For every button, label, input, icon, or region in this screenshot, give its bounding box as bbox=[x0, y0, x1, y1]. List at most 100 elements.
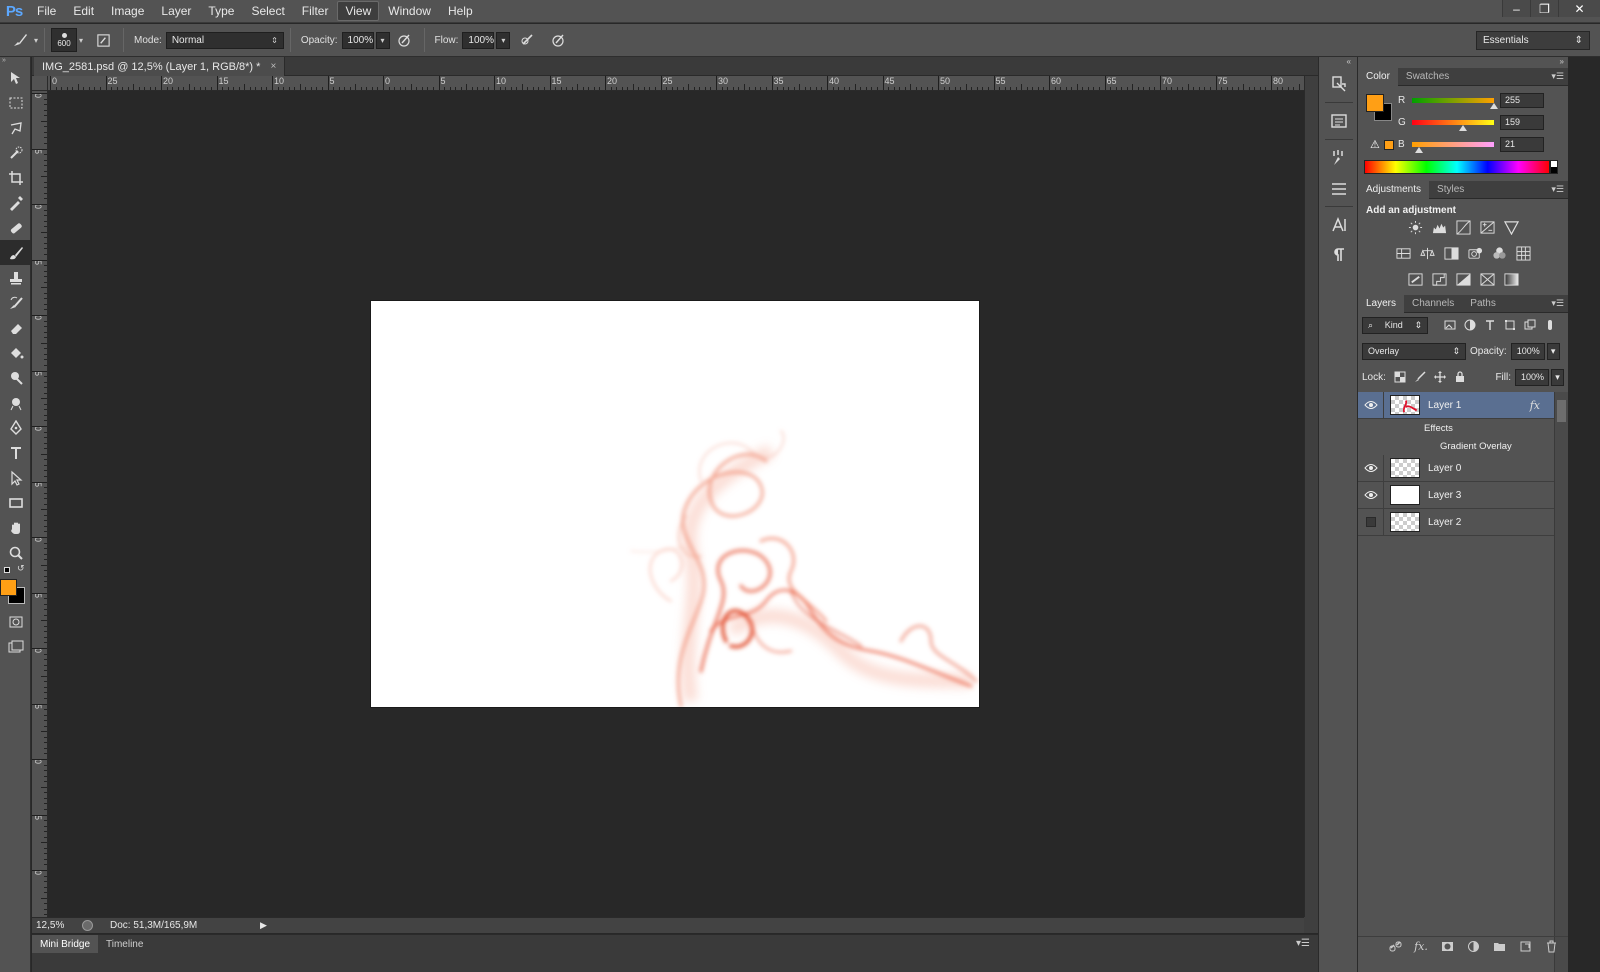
status-info-icon[interactable] bbox=[82, 920, 93, 931]
vibrance-icon[interactable] bbox=[1501, 217, 1521, 237]
document-tab[interactable]: IMG_2581.psd @ 12,5% (Layer 1, RGB/8*) *… bbox=[34, 57, 286, 76]
lock-all-icon[interactable] bbox=[1450, 368, 1470, 386]
threshold-icon[interactable] bbox=[1453, 269, 1473, 289]
eraser-tool-icon[interactable] bbox=[0, 315, 31, 340]
foreground-color-swatch[interactable] bbox=[1366, 94, 1384, 112]
layer-opacity-dropdown[interactable]: ▾ bbox=[1546, 342, 1560, 360]
brush-size-picker[interactable]: 600 bbox=[51, 28, 78, 52]
status-menu-arrow-icon[interactable]: ▶ bbox=[260, 920, 267, 931]
layer-opacity-input[interactable]: 100% bbox=[1510, 342, 1545, 360]
new-group-icon[interactable] bbox=[1488, 938, 1510, 956]
zoom-level[interactable]: 12,5% bbox=[32, 920, 72, 931]
gamut-warning-icon[interactable]: ⚠ bbox=[1370, 138, 1380, 151]
menu-select[interactable]: Select bbox=[243, 1, 292, 21]
menu-edit[interactable]: Edit bbox=[65, 1, 102, 21]
visibility-eye-icon[interactable] bbox=[1358, 454, 1384, 482]
screen-mode-icon[interactable] bbox=[0, 634, 31, 659]
blue-value-input[interactable]: 21 bbox=[1500, 136, 1544, 152]
blend-mode-select[interactable]: Normal ⇕ bbox=[165, 31, 284, 49]
clone-stamp-tool-icon[interactable] bbox=[0, 265, 31, 290]
fill-dropdown[interactable]: ▾ bbox=[1551, 368, 1564, 386]
visibility-eye-icon[interactable] bbox=[1358, 391, 1384, 419]
rectangle-tool-icon[interactable] bbox=[0, 490, 31, 515]
brush-panel-toggle-icon[interactable] bbox=[93, 30, 113, 50]
path-selection-tool-icon[interactable] bbox=[0, 465, 31, 490]
fill-input[interactable]: 100% bbox=[1515, 368, 1549, 386]
quick-selection-tool-icon[interactable] bbox=[0, 140, 31, 165]
dodge-tool-icon[interactable] bbox=[0, 365, 31, 390]
layer-name[interactable]: Layer 0 bbox=[1428, 463, 1461, 474]
invert-icon[interactable] bbox=[1405, 269, 1425, 289]
pressure-opacity-icon[interactable] bbox=[394, 30, 414, 50]
move-tool-icon[interactable] bbox=[0, 65, 31, 90]
menu-file[interactable]: File bbox=[29, 1, 64, 21]
toolbox-collapse-icon[interactable]: » bbox=[0, 57, 30, 65]
exposure-icon[interactable] bbox=[1477, 217, 1497, 237]
menu-view[interactable]: View bbox=[337, 1, 380, 21]
tab-adjustments[interactable]: Adjustments bbox=[1358, 181, 1430, 199]
blue-slider-track[interactable] bbox=[1412, 141, 1494, 153]
tab-mini-bridge[interactable]: Mini Bridge bbox=[32, 935, 99, 953]
layer-row[interactable]: Layer 3 bbox=[1358, 481, 1554, 509]
shape-layer-filter-icon[interactable] bbox=[1500, 316, 1520, 334]
tab-swatches[interactable]: Swatches bbox=[1398, 68, 1457, 86]
effect-gradient-overlay[interactable]: Gradient Overlay bbox=[1358, 437, 1554, 455]
properties-panel-icon[interactable] bbox=[1319, 106, 1359, 136]
delete-layer-icon[interactable] bbox=[1540, 938, 1562, 956]
link-layers-icon[interactable] bbox=[1384, 938, 1406, 956]
panel-menu-icon[interactable]: ▾☰ bbox=[1296, 938, 1310, 949]
workspace-select[interactable]: Essentials ⇕ bbox=[1476, 31, 1590, 50]
opacity-input[interactable]: 100% bbox=[341, 31, 374, 49]
character-panel-icon[interactable] bbox=[1319, 210, 1359, 240]
panel-menu-icon[interactable]: ▾☰ bbox=[1551, 71, 1564, 82]
lock-pixels-icon[interactable] bbox=[1410, 368, 1430, 386]
panel-menu-icon[interactable]: ▾☰ bbox=[1551, 184, 1564, 195]
eyedropper-tool-icon[interactable] bbox=[0, 190, 31, 215]
pixel-layer-filter-icon[interactable] bbox=[1440, 316, 1460, 334]
paragraph-panel-icon[interactable] bbox=[1319, 240, 1359, 270]
color-lookup-icon[interactable] bbox=[1513, 243, 1533, 263]
quick-mask-icon[interactable] bbox=[0, 609, 31, 634]
green-slider-track[interactable] bbox=[1412, 119, 1494, 131]
vertical-scrollbar[interactable] bbox=[1304, 76, 1318, 917]
chevron-down-icon[interactable]: ▾ bbox=[79, 36, 83, 45]
menu-layer[interactable]: Layer bbox=[153, 1, 199, 21]
layer-name[interactable]: Layer 2 bbox=[1428, 517, 1461, 528]
tab-channels[interactable]: Channels bbox=[1404, 295, 1462, 313]
scrollbar-thumb[interactable] bbox=[1557, 400, 1566, 422]
close-window-button[interactable]: ✕ bbox=[1558, 0, 1600, 17]
restore-button[interactable]: ❐ bbox=[1530, 0, 1558, 17]
panels-collapse-icon[interactable]: » bbox=[1546, 57, 1568, 68]
red-slider-track[interactable] bbox=[1412, 97, 1498, 109]
lock-position-icon[interactable] bbox=[1430, 368, 1450, 386]
paint-bucket-tool-icon[interactable] bbox=[0, 340, 31, 365]
green-value-input[interactable]: 159 bbox=[1500, 114, 1544, 130]
photo-filter-icon[interactable] bbox=[1465, 243, 1485, 263]
layer-name[interactable]: Layer 3 bbox=[1428, 490, 1461, 501]
blue-slider-thumb[interactable] bbox=[1414, 146, 1423, 153]
panel-menu-icon[interactable]: ▾☰ bbox=[1551, 298, 1564, 309]
smart-object-filter-icon[interactable] bbox=[1520, 316, 1540, 334]
marquee-tool-icon[interactable] bbox=[0, 90, 31, 115]
brush-presets-icon[interactable] bbox=[1319, 173, 1359, 203]
type-layer-filter-icon[interactable] bbox=[1480, 316, 1500, 334]
gradient-map-icon[interactable] bbox=[1501, 269, 1521, 289]
flow-input[interactable]: 100% bbox=[462, 31, 495, 49]
brush-panel-icon[interactable] bbox=[1319, 143, 1359, 173]
posterize-icon[interactable] bbox=[1429, 269, 1449, 289]
default-colors-icon[interactable] bbox=[4, 567, 10, 573]
brush-tool-icon[interactable] bbox=[0, 240, 31, 265]
lasso-tool-icon[interactable] bbox=[0, 115, 31, 140]
gamut-swatch[interactable] bbox=[1384, 140, 1394, 150]
type-tool-icon[interactable] bbox=[0, 440, 31, 465]
menu-window[interactable]: Window bbox=[380, 1, 439, 21]
brightness-icon[interactable] bbox=[1405, 217, 1425, 237]
visibility-eye-icon[interactable] bbox=[1358, 481, 1384, 509]
layer-row[interactable]: Layer 2 bbox=[1358, 508, 1554, 536]
visibility-toggle-off[interactable] bbox=[1358, 508, 1384, 536]
brush-tool-preset-icon[interactable] bbox=[10, 30, 30, 50]
foreground-color-swatch[interactable] bbox=[0, 579, 17, 596]
layer-name[interactable]: Layer 1 bbox=[1428, 400, 1461, 411]
effects-group[interactable]: Effects bbox=[1358, 419, 1554, 437]
tab-timeline[interactable]: Timeline bbox=[98, 935, 151, 953]
